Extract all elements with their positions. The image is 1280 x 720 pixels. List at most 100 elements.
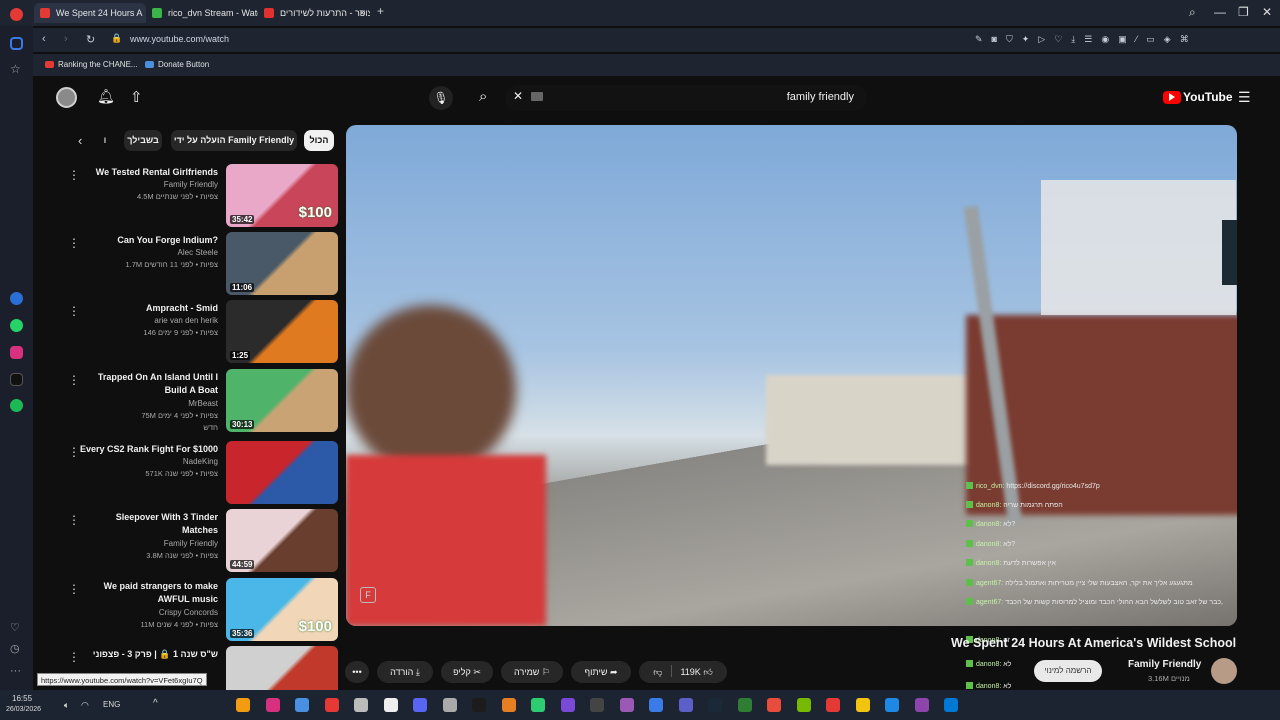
heart-outline-icon[interactable]: ♡ bbox=[1054, 34, 1062, 46]
copilot-icon[interactable] bbox=[914, 698, 929, 712]
chip-for-you[interactable]: בשבילך bbox=[124, 130, 162, 151]
recommendation-title[interactable]: Trapped On An Island Until I Build A Boa… bbox=[68, 371, 218, 397]
heart-icon[interactable]: ♡ bbox=[10, 622, 23, 635]
recommendation-title[interactable]: We Tested Rental Girlfriends bbox=[68, 166, 218, 179]
video-thumbnail[interactable]: 30:13 bbox=[226, 369, 338, 432]
capcut-icon[interactable] bbox=[472, 698, 486, 712]
instagram-icon[interactable] bbox=[10, 346, 23, 359]
back-icon[interactable]: ‹ bbox=[42, 33, 46, 45]
home-icon[interactable] bbox=[10, 37, 23, 50]
video-thumbnail[interactable]: $100 35:42 bbox=[226, 164, 338, 227]
speaker-icon[interactable]: 🔈︎ bbox=[64, 700, 69, 711]
recommendation-title[interactable]: We paid strangers to make AWFUL music bbox=[68, 580, 218, 606]
outlook-icon[interactable] bbox=[944, 698, 958, 712]
recommendation-channel[interactable]: NadeKing bbox=[68, 457, 218, 466]
spotify-icon[interactable] bbox=[10, 399, 23, 412]
url-field[interactable]: www.youtube.com/watch bbox=[130, 34, 229, 44]
calculator-icon[interactable] bbox=[590, 698, 604, 712]
download-button[interactable]: הורדה ⤓ bbox=[377, 661, 433, 683]
app-icon[interactable] bbox=[442, 698, 457, 712]
video-thumbnail[interactable]: $100 35:36 bbox=[226, 578, 338, 641]
chips-left-arrow-icon[interactable]: ‹ bbox=[78, 133, 82, 148]
video-thumbnail[interactable] bbox=[226, 441, 338, 504]
antivirus-icon[interactable] bbox=[501, 698, 516, 712]
recommendation-item[interactable]: ⋮ 1:25 Ampracht - Smid arie van den heri… bbox=[62, 300, 338, 364]
star-icon[interactable]: ☆ bbox=[10, 63, 23, 76]
opera-icon[interactable] bbox=[826, 698, 840, 712]
upload-icon[interactable]: ⇧ bbox=[130, 88, 143, 106]
recommendation-item[interactable]: ⋮ 30:13 Trapped On An Island Until I Bui… bbox=[62, 369, 338, 433]
tiktok-icon[interactable] bbox=[10, 373, 23, 386]
nvidia-icon[interactable] bbox=[796, 698, 811, 712]
language-indicator[interactable]: ENG bbox=[103, 700, 120, 709]
keyboard-icon[interactable] bbox=[531, 92, 543, 101]
recommendation-item[interactable]: ⋮ $100 35:42 We Tested Rental Girlfriend… bbox=[62, 164, 338, 228]
maximize-icon[interactable]: ❐ bbox=[1238, 5, 1249, 19]
file-explorer-icon[interactable] bbox=[855, 698, 870, 712]
search-icon[interactable]: ⌕ bbox=[479, 88, 487, 105]
like-count[interactable]: 119K bbox=[680, 667, 700, 677]
pen-icon[interactable]: ⁄ bbox=[1136, 34, 1138, 46]
youtube-logo-text[interactable]: YouTube bbox=[1183, 90, 1233, 104]
recommendation-channel[interactable]: Family Friendly bbox=[68, 180, 218, 189]
extension-icon[interactable]: ✦ bbox=[1022, 34, 1030, 46]
search-icon[interactable]: ⌕ bbox=[1189, 5, 1196, 20]
new-tab-button[interactable]: + bbox=[377, 4, 384, 18]
bookmark-donate[interactable]: Donate Button bbox=[145, 60, 209, 69]
avatar[interactable] bbox=[56, 87, 77, 108]
steam-deck-icon[interactable] bbox=[383, 698, 398, 712]
more-actions-button[interactable]: ••• bbox=[345, 661, 369, 683]
recommendation-title[interactable]: Every CS2 Rank Fight For $1000 bbox=[68, 443, 218, 456]
git-icon[interactable] bbox=[767, 698, 781, 712]
menu-icon[interactable]: ☰ bbox=[1084, 34, 1092, 46]
chip-partial[interactable]: ו bbox=[98, 130, 112, 151]
video-thumbnail[interactable]: 11:06 bbox=[226, 232, 338, 295]
puzzle-icon[interactable]: ◈ bbox=[1164, 34, 1171, 46]
close-window-icon[interactable]: ✕ bbox=[1262, 5, 1272, 19]
recommendation-channel[interactable]: Crispy Concords bbox=[68, 608, 218, 617]
voice-search-icon[interactable]: 🎙︎ bbox=[429, 86, 453, 110]
edit-icon[interactable]: ✎ bbox=[975, 34, 983, 46]
chatgpt-icon[interactable] bbox=[354, 698, 368, 712]
hamburger-menu-icon[interactable]: ☰ bbox=[1238, 89, 1251, 106]
opera-logo-icon[interactable] bbox=[10, 8, 23, 21]
like-icon[interactable]: 👍︎ bbox=[703, 667, 712, 677]
teams-meeting-icon[interactable] bbox=[678, 698, 693, 712]
history-icon[interactable]: ◷ bbox=[10, 643, 23, 656]
clock-time[interactable]: 16:55 bbox=[12, 694, 32, 703]
tab-youtube[interactable]: We Spent 24 Hours A bbox=[34, 3, 146, 23]
channel-name[interactable]: Family Friendly bbox=[1128, 659, 1201, 670]
epic-games-icon[interactable] bbox=[560, 698, 575, 712]
avast-icon[interactable] bbox=[236, 698, 250, 712]
recommendation-item[interactable]: ⋮ 44:59 Sleepover With 3 Tinder Matches … bbox=[62, 509, 338, 573]
search-input[interactable]: family friendly bbox=[760, 91, 854, 103]
recommendation-title[interactable]: Ampracht - Smid bbox=[68, 302, 218, 315]
ai-icon[interactable]: ⌘ bbox=[1180, 34, 1189, 46]
teams-icon[interactable] bbox=[619, 698, 634, 712]
subscribe-button[interactable]: הרשמה למינוי bbox=[1034, 660, 1102, 682]
download-icon[interactable]: ⤓ bbox=[1071, 34, 1075, 46]
recommendation-item[interactable]: ⋮ 11:06 Can You Forge Indium? Alec Steel… bbox=[62, 232, 338, 296]
shield-icon[interactable]: ⛉ bbox=[1006, 34, 1013, 46]
edge-icon[interactable] bbox=[885, 698, 899, 712]
discord-icon[interactable] bbox=[413, 698, 427, 712]
share-button[interactable]: שיתוף ➦ bbox=[571, 661, 631, 683]
tab-tsofar[interactable]: צופר - התרעות לשידורים ✕ bbox=[258, 3, 370, 23]
bookmark-ranking[interactable]: Ranking the CHANE... bbox=[45, 60, 138, 69]
clear-search-icon[interactable]: ✕ bbox=[513, 89, 523, 103]
recommendation-channel[interactable]: Family Friendly bbox=[68, 539, 218, 548]
minecraft-icon[interactable] bbox=[531, 698, 545, 712]
recommendation-channel[interactable]: MrBeast bbox=[68, 399, 218, 408]
wifi-icon[interactable]: ◠ bbox=[81, 700, 89, 711]
messenger-icon[interactable] bbox=[10, 292, 23, 305]
tray-expand-icon[interactable]: ^ bbox=[153, 698, 158, 709]
chip-all[interactable]: הכול bbox=[304, 130, 334, 151]
recommendation-channel[interactable]: Alec Steele bbox=[68, 248, 218, 257]
whatsapp-icon[interactable] bbox=[10, 319, 23, 332]
youtube-logo-icon[interactable] bbox=[1163, 91, 1181, 104]
tab-twitch[interactable]: rico_dvn Stream - Watch bbox=[146, 3, 258, 23]
opera-gx-icon[interactable] bbox=[324, 698, 339, 712]
video-thumbnail[interactable]: 44:59 bbox=[226, 509, 338, 572]
windows-start-icon[interactable] bbox=[649, 698, 663, 712]
minimize-icon[interactable]: — bbox=[1214, 5, 1226, 19]
